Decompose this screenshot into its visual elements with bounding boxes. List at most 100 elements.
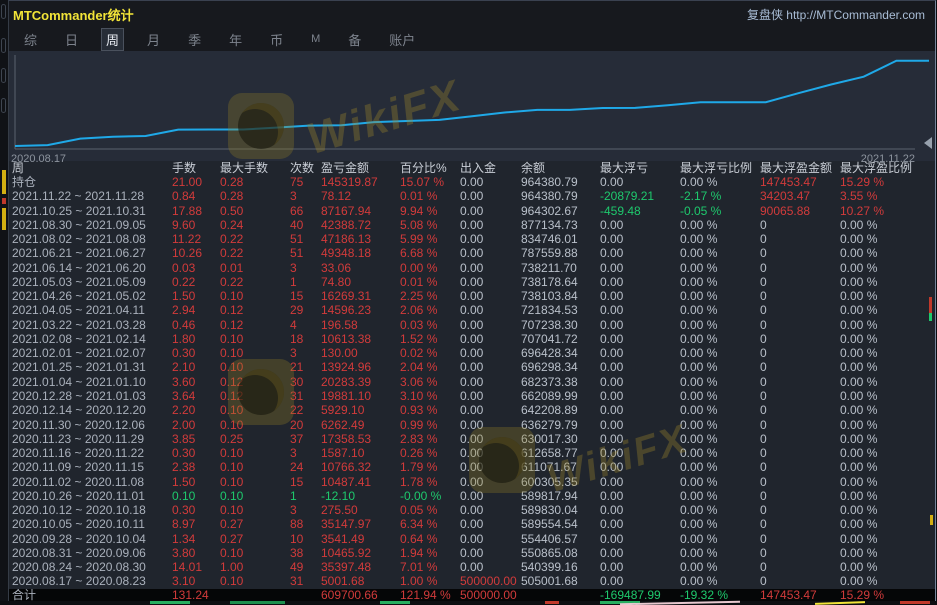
cell-max-float-loss: 0.00 [600, 418, 680, 432]
menu-item-M[interactable]: M [306, 31, 325, 47]
table-row[interactable]: 2021.03.22 ~ 2021.03.280.460.124196.580.… [9, 318, 935, 332]
cell-max-float-profit-pct: 0.00 % [840, 446, 935, 460]
table-row[interactable]: 持仓21.000.2875145319.8715.07 %0.00964380.… [9, 175, 935, 189]
cell-max-lots: 0.28 [220, 189, 290, 203]
cell-pct: 0.00 % [400, 261, 460, 275]
menu-item-综[interactable]: 综 [19, 28, 42, 51]
chart-scroll-arrow-icon[interactable] [924, 137, 932, 149]
cell-max-float-profit-pct: 0.00 % [840, 560, 935, 574]
cell-max-float-loss: 0.00 [600, 503, 680, 517]
table-row[interactable]: 2021.02.01 ~ 2021.02.070.300.103130.000.… [9, 346, 935, 360]
menu-item-账户[interactable]: 账户 [384, 28, 420, 51]
cell-period: 2020.10.05 ~ 2020.10.11 [12, 517, 172, 531]
cell-pct: 5.08 % [400, 218, 460, 232]
cell-pct: 1.52 % [400, 332, 460, 346]
table-row[interactable]: 2021.08.30 ~ 2021.09.059.600.244042388.7… [9, 218, 935, 232]
table-row[interactable]: 2021.02.08 ~ 2021.02.141.800.101810613.3… [9, 332, 935, 346]
cell-max-lots: 0.10 [220, 418, 290, 432]
table-row[interactable]: 2021.01.25 ~ 2021.01.312.100.102113924.9… [9, 360, 935, 374]
table-row[interactable]: 2021.01.04 ~ 2021.01.103.600.123020283.3… [9, 375, 935, 389]
table-row[interactable]: 2020.11.23 ~ 2020.11.293.850.253717358.5… [9, 432, 935, 446]
cell-max-float-profit: 0 [760, 475, 840, 489]
table-row[interactable]: 2020.10.26 ~ 2020.11.010.100.101-12.10-0… [9, 489, 935, 503]
menu-item-币[interactable]: 币 [265, 28, 288, 51]
table-row[interactable]: 2020.11.02 ~ 2020.11.081.500.101510487.4… [9, 475, 935, 489]
menu-item-日[interactable]: 日 [60, 28, 83, 51]
table-body: 持仓21.000.2875145319.8715.07 %0.00964380.… [9, 175, 935, 589]
cell-max-float-profit: 0 [760, 532, 840, 546]
cell-balance: 554406.57 [521, 532, 600, 546]
table-row[interactable]: 2020.12.28 ~ 2021.01.033.640.123119881.1… [9, 389, 935, 403]
background-toolbar-button [1, 68, 6, 83]
menu-item-备[interactable]: 备 [343, 28, 366, 51]
cell-max-float-loss: 0.00 [600, 175, 680, 189]
cell-balance: 696428.34 [521, 346, 600, 360]
column-header-pnl: 盈亏金额 [321, 161, 400, 175]
cell-max-float-profit-pct: 0.00 % [840, 460, 935, 474]
cell-pnl: 196.58 [321, 318, 400, 332]
cell-lots: 3.80 [172, 546, 220, 560]
cell-balance: 600305.35 [521, 475, 600, 489]
cell-max-float-profit: 0 [760, 289, 840, 303]
menu-item-周[interactable]: 周 [101, 28, 124, 51]
cell-count: 66 [290, 204, 321, 218]
table-row[interactable]: 2020.11.09 ~ 2020.11.152.380.102410766.3… [9, 460, 935, 474]
cell-pct: 0.01 % [400, 275, 460, 289]
table-row[interactable]: 2021.04.05 ~ 2021.04.112.940.122914596.2… [9, 303, 935, 317]
cell-deposit: 0.00 [460, 446, 521, 460]
table-row[interactable]: 2020.12.14 ~ 2020.12.202.200.10225929.10… [9, 403, 935, 417]
title-bar: MTCommander统计 复盘侠 http://MTCommander.com [9, 1, 935, 27]
table-row[interactable]: 2020.10.05 ~ 2020.10.118.970.278835147.9… [9, 517, 935, 531]
table-row[interactable]: 2020.08.24 ~ 2020.08.3014.011.004935397.… [9, 560, 935, 574]
cell-pnl: 275.50 [321, 503, 400, 517]
column-header-deposit: 出入金 [460, 161, 521, 175]
cell-max-float-loss: 0.00 [600, 375, 680, 389]
cell-count: 20 [290, 418, 321, 432]
cell-max-float-loss-pct: 0.00 % [680, 460, 760, 474]
menu-bar: 综日周月季年币 M 备账户 [9, 27, 935, 52]
cell-count: 1 [290, 489, 321, 503]
cell-max-float-profit: 0 [760, 232, 840, 246]
cell-count: 21 [290, 360, 321, 374]
table-row[interactable]: 2020.09.28 ~ 2020.10.041.340.27103541.49… [9, 532, 935, 546]
table-row[interactable]: 2021.11.22 ~ 2021.11.280.840.28378.120.0… [9, 189, 935, 203]
table-row[interactable]: 2021.08.02 ~ 2021.08.0811.220.225147186.… [9, 232, 935, 246]
cell-max-float-profit-pct: 0.00 % [840, 475, 935, 489]
table-row[interactable]: 2021.06.21 ~ 2021.06.2710.260.225149348.… [9, 246, 935, 260]
stats-table: 周手数最大手数次数盈亏金额百分比%出入金余额最大浮亏最大浮亏比例最大浮盈金额最大… [9, 161, 935, 589]
column-header-period: 周 [12, 161, 172, 175]
table-row[interactable]: 2021.10.25 ~ 2021.10.3117.880.506687167.… [9, 204, 935, 218]
column-header-max-float-profit: 最大浮盈金额 [760, 161, 840, 175]
cell-balance: 696298.34 [521, 360, 600, 374]
cell-deposit: 500000.00 [460, 574, 521, 588]
cell-balance: 787559.88 [521, 246, 600, 260]
cell-pct: 0.03 % [400, 318, 460, 332]
cell-count: 15 [290, 289, 321, 303]
cell-pct: 5.99 % [400, 232, 460, 246]
cell-max-lots: 0.01 [220, 261, 290, 275]
table-row[interactable]: 2020.10.12 ~ 2020.10.180.300.103275.500.… [9, 503, 935, 517]
menu-item-年[interactable]: 年 [224, 28, 247, 51]
menu-item-季[interactable]: 季 [183, 28, 206, 51]
background-candle-mark [929, 297, 932, 313]
table-row[interactable]: 2020.08.31 ~ 2020.09.063.800.103810465.9… [9, 546, 935, 560]
cell-pnl: 3541.49 [321, 532, 400, 546]
table-row[interactable]: 2021.05.03 ~ 2021.05.090.220.22174.800.0… [9, 275, 935, 289]
table-row[interactable]: 2020.11.30 ~ 2020.12.062.000.10206262.49… [9, 418, 935, 432]
cell-max-float-profit-pct: 0.00 % [840, 218, 935, 232]
cell-deposit: 0.00 [460, 232, 521, 246]
cell-max-float-loss: 0.00 [600, 560, 680, 574]
cell-lots: 17.88 [172, 204, 220, 218]
brand-link[interactable]: 复盘侠 http://MTCommander.com [747, 6, 925, 23]
table-row[interactable]: 2020.08.17 ~ 2020.08.233.100.10315001.68… [9, 574, 935, 588]
cell-count: 24 [290, 460, 321, 474]
table-row[interactable]: 2021.06.14 ~ 2021.06.200.030.01333.060.0… [9, 261, 935, 275]
table-row[interactable]: 2020.11.16 ~ 2020.11.220.300.1031587.100… [9, 446, 935, 460]
cell-deposit: 0.00 [460, 175, 521, 189]
table-row[interactable]: 2021.04.26 ~ 2021.05.021.500.101516269.3… [9, 289, 935, 303]
menu-item-月[interactable]: 月 [142, 28, 165, 51]
cell-pct: 0.01 % [400, 189, 460, 203]
cell-balance: 589830.04 [521, 503, 600, 517]
cell-pct: 9.94 % [400, 204, 460, 218]
cell-pct: 2.83 % [400, 432, 460, 446]
